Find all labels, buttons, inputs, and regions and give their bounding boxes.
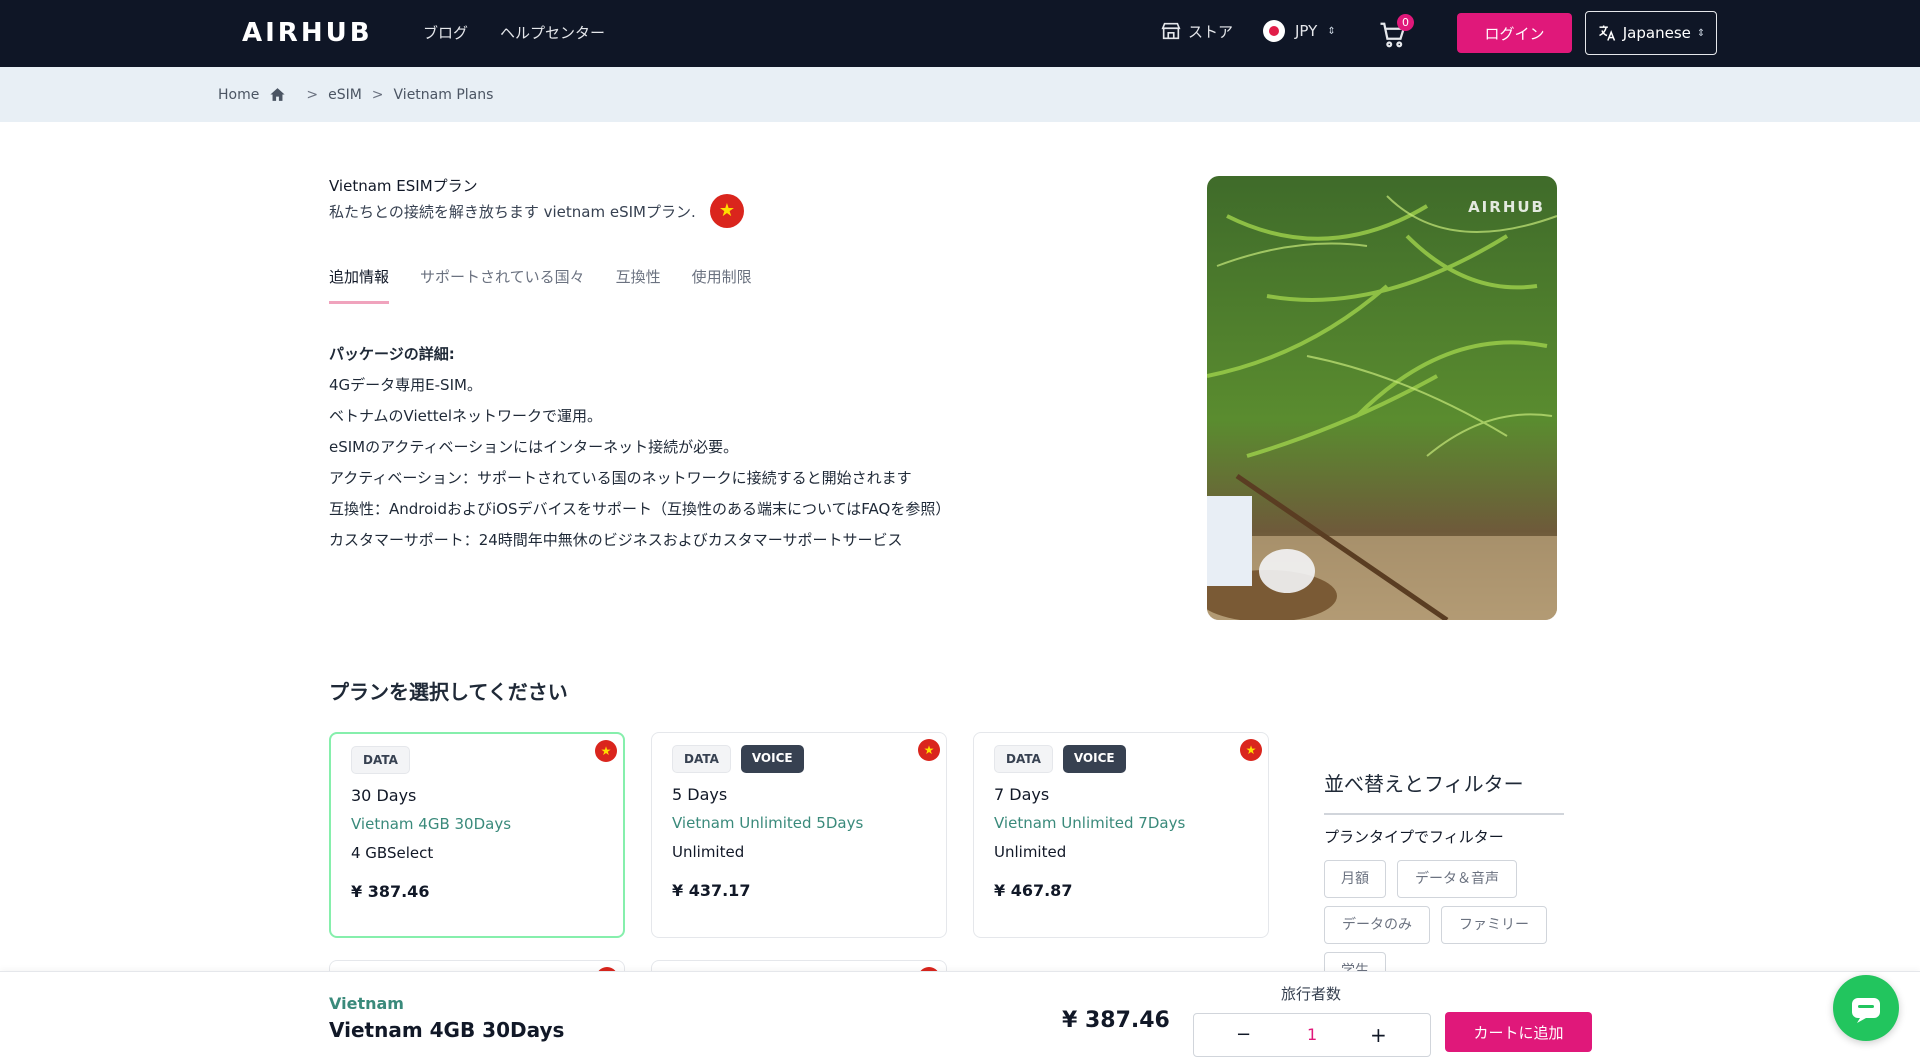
selected-country: Vietnam xyxy=(329,994,404,1013)
nav-help-center-link[interactable]: ヘルプセンター xyxy=(500,22,605,43)
travelers-quantity[interactable]: 1 xyxy=(1307,1025,1317,1044)
chat-icon xyxy=(1852,998,1880,1023)
currency-label: JPY xyxy=(1295,22,1318,40)
plan-days: 5 Days xyxy=(672,785,728,804)
filter-chip-data-only[interactable]: データのみ xyxy=(1324,906,1430,944)
add-to-cart-button[interactable]: カートに追加 xyxy=(1445,1012,1592,1052)
vietnam-flag-icon: ★ xyxy=(918,739,940,761)
plan-name: Vietnam Unlimited 7Days xyxy=(994,814,1186,832)
plan-price: ¥ 387.46 xyxy=(351,882,430,901)
tag-data: DATA xyxy=(672,745,731,773)
palm-river-illustration xyxy=(1207,176,1557,620)
vietnam-flag-icon: ★ xyxy=(1240,739,1262,761)
nav-blog-link[interactable]: ブログ xyxy=(423,22,468,43)
plan-data-amount: Unlimited xyxy=(672,843,745,861)
product-hero-image: AIRHUB xyxy=(1207,176,1557,620)
tag-voice: VOICE xyxy=(740,745,804,773)
chevron-updown-icon: ⇕ xyxy=(1696,27,1706,39)
cart-button[interactable]: 0 xyxy=(1378,14,1414,50)
breadcrumb-bar: Home > eSIM > Vietnam Plans xyxy=(0,67,1920,122)
plan-card[interactable]: DATA VOICE ★ 7 Days Vietnam Unlimited 7D… xyxy=(973,732,1269,938)
filter-chip-monthly[interactable]: 月額 xyxy=(1324,860,1386,898)
language-label: Japanese xyxy=(1622,24,1691,42)
login-button[interactable]: ログイン xyxy=(1457,13,1572,53)
chevron-updown-icon: ⇕ xyxy=(1327,25,1336,37)
plan-price: ¥ 467.87 xyxy=(994,881,1073,900)
chat-widget-button[interactable] xyxy=(1833,975,1899,1041)
package-details: パッケージの詳細: 4Gデータ専用E-SIM。 ベトナムのViettelネットワ… xyxy=(329,344,950,561)
tab-compatibility[interactable]: 互換性 xyxy=(616,266,661,304)
product-subtitle: 私たちとの接続を解き放ちます vietnam eSIMプラン. xyxy=(329,203,696,221)
cart-count-badge: 0 xyxy=(1397,14,1414,31)
plan-data-amount: 4 GBSelect xyxy=(351,844,434,862)
plan-price: ¥ 437.17 xyxy=(672,881,751,900)
breadcrumb-current: Vietnam Plans xyxy=(393,86,494,103)
vietnam-flag-icon: ★ xyxy=(595,740,617,762)
divider xyxy=(1324,813,1564,815)
travelers-stepper: − 1 + xyxy=(1193,1013,1431,1057)
details-line: カスタマーサポート：24時間年中無休のビジネスおよびカスタマーサポートサービス xyxy=(329,531,903,549)
decrement-button[interactable]: − xyxy=(1236,1024,1251,1045)
language-selector[interactable]: Japanese ⇕ xyxy=(1585,11,1717,55)
plan-card-selected[interactable]: DATA ★ 30 Days Vietnam 4GB 30Days 4 GBSe… xyxy=(329,732,625,938)
store-link[interactable]: ストア xyxy=(1160,20,1233,42)
translate-icon xyxy=(1598,25,1615,41)
store-label: ストア xyxy=(1188,22,1234,41)
plan-tags: DATA VOICE xyxy=(994,745,1126,773)
plan-tags: DATA xyxy=(351,746,410,774)
filter-chip-data-voice[interactable]: データ＆音声 xyxy=(1397,860,1517,898)
chevron-right-icon: > xyxy=(306,86,319,103)
image-watermark: AIRHUB xyxy=(1468,198,1545,216)
tag-data: DATA xyxy=(994,745,1053,773)
filter-subtitle: プランタイプでフィルター xyxy=(1324,828,1504,846)
info-tabs: 追加情報 サポートされている国々 互換性 使用制限 xyxy=(329,266,752,304)
vietnam-flag-icon: ★ xyxy=(710,194,744,228)
chevron-right-icon: > xyxy=(371,86,384,103)
travelers-label: 旅行者数 xyxy=(1281,985,1342,1003)
details-heading: パッケージの詳細: xyxy=(329,345,455,363)
breadcrumb: Home > eSIM > Vietnam Plans xyxy=(218,86,493,103)
product-title: Vietnam ESIMプラン xyxy=(329,177,478,195)
selected-plan-name: Vietnam 4GB 30Days xyxy=(329,1018,565,1042)
tab-additional-info[interactable]: 追加情報 xyxy=(329,266,390,304)
top-navbar: AIRHUB ブログ ヘルプセンター ストア JPY ⇕ 0 ログイン Japa… xyxy=(0,0,1920,67)
plan-tags: DATA VOICE xyxy=(672,745,804,773)
tab-supported-countries[interactable]: サポートされている国々 xyxy=(420,266,585,304)
tag-voice: VOICE xyxy=(1062,745,1126,773)
filter-title: 並べ替えとフィルター xyxy=(1324,772,1524,796)
filter-chip-family[interactable]: ファミリー xyxy=(1441,906,1547,944)
plan-days: 30 Days xyxy=(351,786,417,805)
details-line: ベトナムのViettelネットワークで運用。 xyxy=(329,407,603,425)
plan-name: Vietnam Unlimited 5Days xyxy=(672,814,864,832)
plan-data-amount: Unlimited xyxy=(994,843,1067,861)
tab-usage-limits[interactable]: 使用制限 xyxy=(692,266,752,304)
store-icon xyxy=(1161,22,1181,40)
details-line: アクティベーション：サポートされている国のネットワークに接続すると開始されます xyxy=(329,469,912,487)
details-line: 互換性：AndroidおよびiOSデバイスをサポート（互換性のある端末については… xyxy=(329,500,951,518)
breadcrumb-home[interactable]: Home xyxy=(218,87,259,103)
plans-section-title: プランを選択してください xyxy=(329,680,568,704)
details-line: eSIMのアクティベーションにはインターネット接続が必要。 xyxy=(329,438,739,456)
plan-card[interactable]: DATA VOICE ★ 5 Days Vietnam Unlimited 5D… xyxy=(651,732,947,938)
selected-plan-price: ¥ 387.46 xyxy=(1062,1008,1170,1033)
currency-selector[interactable]: JPY ⇕ xyxy=(1263,20,1336,42)
increment-button[interactable]: + xyxy=(1370,1023,1387,1047)
home-icon[interactable] xyxy=(269,86,286,103)
bottom-purchase-bar: Vietnam Vietnam 4GB 30Days ¥ 387.46 旅行者数… xyxy=(0,971,1920,1064)
airhub-logo[interactable]: AIRHUB xyxy=(242,18,373,48)
plan-days: 7 Days xyxy=(994,785,1050,804)
details-line: 4Gデータ専用E-SIM。 xyxy=(329,376,482,394)
plan-name: Vietnam 4GB 30Days xyxy=(351,815,512,833)
tag-data: DATA xyxy=(351,746,410,774)
breadcrumb-esim[interactable]: eSIM xyxy=(328,87,362,103)
japan-flag-icon xyxy=(1263,20,1285,42)
